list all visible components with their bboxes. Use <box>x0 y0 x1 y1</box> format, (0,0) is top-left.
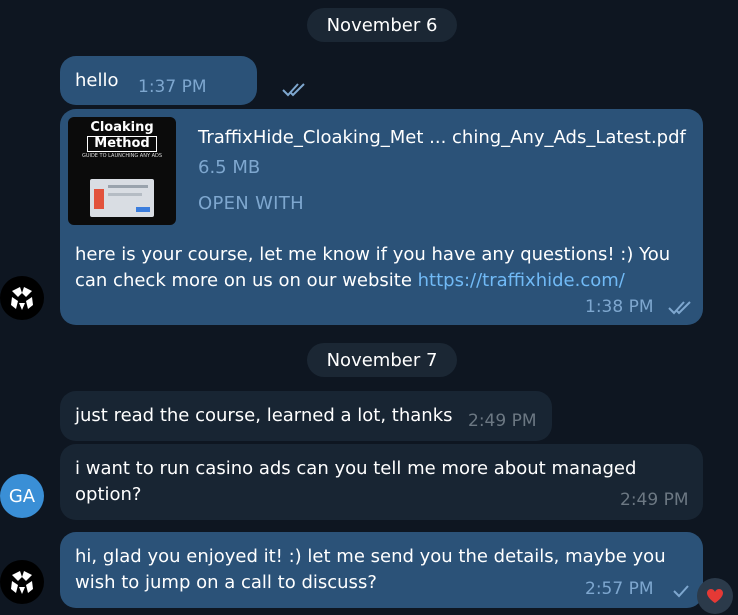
message-time: 2:49 PM <box>620 490 689 510</box>
message-bubble-hello[interactable]: hello 1:37 PM <box>60 56 305 105</box>
thumbnail-title-line2: Method <box>87 136 157 152</box>
heart-icon <box>707 589 723 603</box>
avatar-initials: GA <box>8 485 36 507</box>
file-name[interactable]: TraffixHide_Cloaking_Met ... ching_Any_A… <box>198 127 686 148</box>
thumbnail-title-line1: Cloaking <box>90 120 154 135</box>
message-text-line2: wish to jump on a call to discuss? <box>75 572 377 593</box>
message-time: 1:37 PM <box>138 77 207 97</box>
traffixhide-logo-icon <box>11 287 33 310</box>
single-check-icon <box>673 585 689 598</box>
message-text-line1: i want to run casino ads can you tell me… <box>75 458 637 479</box>
file-thumbnail[interactable]: Cloaking Method GUIDE TO LAUNCHING ANY A… <box>68 117 176 225</box>
date-label: November 7 <box>326 349 438 371</box>
traffixhide-logo-avatar[interactable] <box>0 276 44 320</box>
message-text-line1: hi, glad you enjoyed it! :) let me send … <box>75 546 666 567</box>
message-time: 2:49 PM <box>468 411 537 431</box>
message-text-line2: option? <box>75 484 142 505</box>
file-size: 6.5 MB <box>198 157 261 178</box>
thumbnail-subtitle: GUIDE TO LAUNCHING ANY ADS <box>81 153 163 159</box>
message-bubble-outgoing[interactable]: hi, glad you enjoyed it! :) let me send … <box>60 532 703 608</box>
message-bubble-file[interactable]: Cloaking Method GUIDE TO LAUNCHING ANY A… <box>60 109 703 325</box>
date-separator-nov-6: November 6 <box>307 8 457 42</box>
thumbnail-screenshot <box>90 179 154 217</box>
website-link[interactable]: https://traffixhide.com/ <box>418 270 625 291</box>
message-time: 1:38 PM <box>585 297 654 317</box>
message-text: i want to run casino ads can you tell me… <box>75 456 685 508</box>
user-avatar-ga[interactable]: GA <box>0 474 44 518</box>
double-check-icon <box>282 83 305 97</box>
double-check-icon <box>668 301 691 315</box>
traffixhide-logo-avatar[interactable] <box>0 560 44 604</box>
message-text: hello <box>75 70 119 91</box>
date-separator-nov-7: November 7 <box>307 343 457 377</box>
message-time: 2:57 PM <box>585 579 654 599</box>
message-text-line1: here is your course, let me know if you … <box>75 244 671 265</box>
message-text: just read the course, learned a lot, tha… <box>75 405 453 426</box>
message-text-line2: can check more on us on our website <box>75 270 418 291</box>
message-bubble-incoming[interactable]: just read the course, learned a lot, tha… <box>60 391 552 441</box>
date-label: November 6 <box>326 14 438 36</box>
open-with-button[interactable]: OPEN WITH <box>198 193 304 214</box>
message-bubble-incoming[interactable]: i want to run casino ads can you tell me… <box>60 444 703 520</box>
heart-reaction-button[interactable] <box>697 578 733 614</box>
traffixhide-logo-icon <box>11 571 33 594</box>
message-text: here is your course, let me know if you … <box>75 242 695 294</box>
